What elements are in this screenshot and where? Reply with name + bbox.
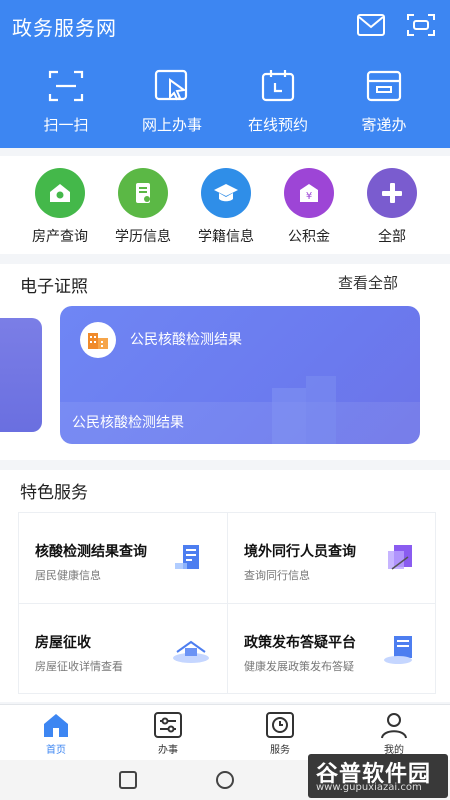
pointer-icon <box>154 69 188 101</box>
service-title: 境外同行人员查询 <box>244 544 356 560</box>
featured-grid: 核酸检测结果查询 居民健康信息 境外同行人员查询 查询同行信息 房屋征收 房屋征… <box>18 512 436 694</box>
nav-services-label: 服务 <box>270 745 290 756</box>
scan-frame-icon[interactable] <box>406 12 436 38</box>
watermark: 谷普软件园 www.gupuxiazai.com <box>308 754 448 798</box>
nav-affairs[interactable]: 办事 <box>128 711 208 756</box>
test-report-icon <box>175 545 199 569</box>
category-student-status[interactable]: 学籍信息 <box>186 168 266 246</box>
service-title: 房屋征收 <box>35 635 91 651</box>
plus-icon <box>367 168 417 218</box>
service-subtitle: 居民健康信息 <box>35 569 101 582</box>
service-subtitle: 健康发展政策发布答疑 <box>244 660 354 673</box>
certificates-title: 电子证照 <box>20 277 88 297</box>
graduation-cap-icon <box>201 168 251 218</box>
quick-mail-delivery[interactable]: 寄递办 <box>334 68 434 135</box>
quick-actions: 扫一扫 网上办事 在线预约 寄递办 <box>0 68 450 138</box>
certificate-icon <box>118 168 168 218</box>
service-overseas-contact-query[interactable]: 境外同行人员查询 查询同行信息 <box>228 513 436 603</box>
header: 政务服务网 扫一扫 网上办事 在线预约 寄递办 <box>0 0 450 148</box>
decoration-graphic <box>272 376 336 444</box>
watermark-url: www.gupuxiazai.com <box>316 782 422 793</box>
certificate-name: 公民核酸检测结果 <box>130 332 242 348</box>
previous-card-peek[interactable] <box>0 318 42 432</box>
category-all-label: 全部 <box>378 229 406 245</box>
building-icon <box>80 322 116 358</box>
category-student-label: 学籍信息 <box>198 229 254 245</box>
category-property-query[interactable]: 房产查询 <box>20 168 100 246</box>
view-all-link[interactable]: 查看全部 <box>338 272 398 293</box>
quick-appointment-label: 在线预约 <box>247 116 308 134</box>
quick-scan-label: 扫一扫 <box>43 116 89 134</box>
service-title: 政策发布答疑平台 <box>244 635 356 651</box>
nav-home[interactable]: 首页 <box>16 711 96 756</box>
certificate-footer-label: 公民核酸检测结果 <box>72 415 184 431</box>
category-education-label: 学历信息 <box>115 229 171 245</box>
service-subtitle: 查询同行信息 <box>244 569 310 582</box>
mailbox-icon <box>366 70 402 102</box>
service-house-expropriation[interactable]: 房屋征收 房屋征收详情查看 <box>19 604 227 694</box>
service-subtitle: 房屋征收详情查看 <box>35 660 123 673</box>
certificate-card[interactable]: 公民核酸检测结果 公民核酸检测结果 <box>60 306 420 444</box>
fund-icon: ¥ <box>284 168 334 218</box>
category-property-label: 房产查询 <box>32 229 88 245</box>
house-icon <box>35 168 85 218</box>
nav-services[interactable]: 服务 <box>240 711 320 756</box>
service-nucleic-acid-query[interactable]: 核酸检测结果查询 居民健康信息 <box>19 513 227 603</box>
category-row: 房产查询 学历信息 学籍信息 ¥ 公积金 全部 <box>0 156 450 254</box>
category-all[interactable]: 全部 <box>352 168 432 246</box>
recent-apps-icon[interactable] <box>118 770 138 790</box>
policy-document-icon <box>384 636 412 664</box>
sliders-icon <box>154 712 182 738</box>
quick-scan[interactable]: 扫一扫 <box>16 68 116 135</box>
house-platform-icon <box>173 640 209 663</box>
quick-online-service-label: 网上办事 <box>141 116 202 134</box>
quick-mail-delivery-label: 寄递办 <box>361 116 407 134</box>
mail-icon[interactable] <box>356 12 386 38</box>
user-icon <box>381 713 407 739</box>
app-title: 政务服务网 <box>12 16 117 40</box>
svg-text:¥: ¥ <box>306 191 312 202</box>
home-button-icon[interactable] <box>214 770 236 792</box>
featured-title: 特色服务 <box>20 483 88 503</box>
certificates-section: 电子证照 查看全部 公民核酸检测结果 公民核酸检测结果 <box>0 264 450 460</box>
quick-online-service[interactable]: 网上办事 <box>122 68 222 135</box>
clock-icon <box>266 712 294 738</box>
nav-mine[interactable]: 我的 <box>354 711 434 756</box>
scan-icon <box>48 70 84 102</box>
service-title: 核酸检测结果查询 <box>35 544 147 560</box>
nav-home-label: 首页 <box>46 745 66 756</box>
calendar-icon <box>261 70 295 102</box>
bottom-nav: 首页 办事 服务 我的 <box>0 704 450 760</box>
quick-appointment[interactable]: 在线预约 <box>228 68 328 135</box>
nav-affairs-label: 办事 <box>158 745 178 756</box>
featured-services-section: 特色服务 核酸检测结果查询 居民健康信息 境外同行人员查询 查询同行信息 房屋征… <box>0 470 450 702</box>
home-icon <box>44 714 68 737</box>
category-education-info[interactable]: 学历信息 <box>103 168 183 246</box>
category-housing-fund[interactable]: ¥ 公积金 <box>269 168 349 246</box>
service-policy-qa-platform[interactable]: 政策发布答疑平台 健康发展政策发布答疑 <box>228 604 436 694</box>
category-fund-label: 公积金 <box>288 229 330 245</box>
people-search-icon <box>388 545 412 570</box>
